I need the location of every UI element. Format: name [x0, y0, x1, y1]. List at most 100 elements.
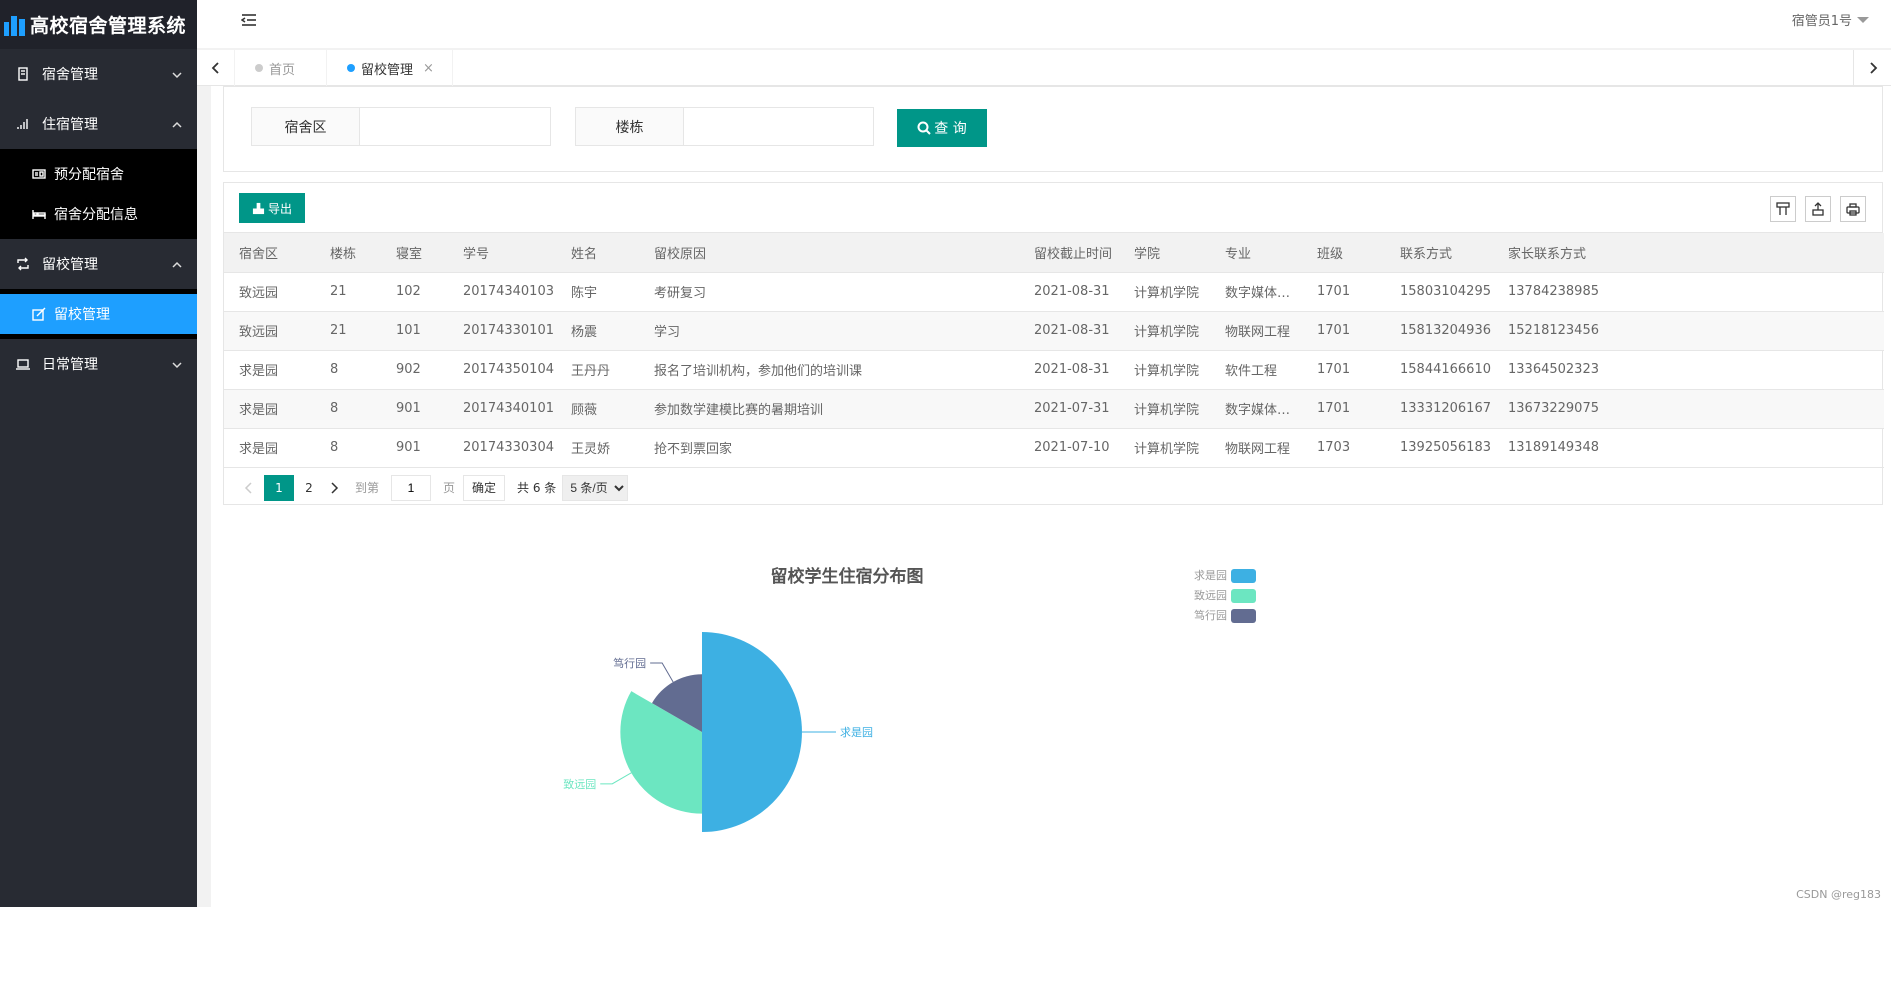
chevron-right-icon[interactable]	[327, 481, 341, 495]
chevron-down-icon	[171, 69, 183, 81]
menu-collapse-icon[interactable]	[241, 13, 257, 27]
legend-label[interactable]: 致远园	[1194, 588, 1227, 602]
menu-stay-management[interactable]: 住宿管理	[0, 99, 197, 149]
table-cell: 20174350104	[448, 350, 556, 389]
chevron-left-icon[interactable]	[242, 481, 256, 495]
legend-swatch[interactable]	[1231, 589, 1256, 603]
building-icon	[16, 67, 30, 81]
chevron-down-icon	[171, 359, 183, 371]
export-button[interactable]: 导出	[239, 193, 305, 223]
goto-label: 到第	[355, 479, 379, 496]
table-cell: 计算机学院	[1119, 350, 1210, 389]
table-cell: 参加数学建模比赛的暑期培训	[639, 389, 1019, 428]
table-cell: 致远园	[224, 311, 315, 350]
legend-label[interactable]: 笃行园	[1194, 608, 1227, 622]
building-label: 楼栋	[576, 108, 684, 145]
table-row[interactable]: 致远园2110120174330101杨震学习2021-08-31计算机学院物联…	[224, 311, 1884, 350]
menu-dorm-management[interactable]: 宿舍管理	[0, 49, 197, 99]
table-cell: 数字媒体技术	[1210, 389, 1302, 428]
close-icon[interactable]: ×	[423, 61, 434, 76]
column-header[interactable]: 宿舍区	[224, 233, 315, 272]
sidebar-item-label: 留校管理	[54, 304, 110, 324]
bed-icon	[32, 207, 46, 221]
table-cell: 8	[315, 389, 381, 428]
building-input[interactable]	[684, 108, 873, 145]
table-cell: 20174340101	[448, 389, 556, 428]
tab-scroll-right[interactable]	[1853, 50, 1891, 86]
data-table-panel: 导出 宿舍区楼栋寝室学号姓名留校原因留校截止时间学院专业班级联系方式家长联系方式…	[223, 182, 1883, 505]
table-cell: 13784238985	[1493, 272, 1884, 311]
legend-label[interactable]: 求是园	[1194, 569, 1227, 582]
table-row[interactable]: 求是园890120174340101顾薇参加数学建模比赛的暑期培训2021-07…	[224, 389, 1884, 428]
page-1[interactable]: 1	[264, 475, 294, 501]
table-cell: 数字媒体技术	[1210, 272, 1302, 311]
pie-slice-0[interactable]	[702, 632, 802, 832]
column-filter-button[interactable]	[1770, 196, 1796, 222]
table-cell: 15813204936	[1385, 311, 1493, 350]
column-header[interactable]: 班级	[1302, 233, 1385, 272]
table-cell: 13673229075	[1493, 389, 1884, 428]
column-header[interactable]: 楼栋	[315, 233, 381, 272]
user-menu[interactable]: 宿管员1号	[1792, 10, 1869, 29]
legend-swatch[interactable]	[1231, 569, 1256, 583]
column-header[interactable]: 学号	[448, 233, 556, 272]
pie-slices	[620, 632, 802, 832]
laptop-icon	[16, 357, 30, 371]
menu-leave-management[interactable]: 留校管理	[0, 239, 197, 289]
table-cell: 求是园	[224, 428, 315, 467]
signal-icon	[16, 117, 30, 131]
tab-leave-management[interactable]: 留校管理 ×	[327, 50, 453, 86]
column-header[interactable]: 留校原因	[639, 233, 1019, 272]
table-cell: 101	[381, 311, 448, 350]
total-count: 共 6 条	[517, 479, 556, 496]
pagination: 1 2 到第 页 确定 共 6 条 5 条/页	[224, 468, 1882, 508]
column-header[interactable]: 寝室	[381, 233, 448, 272]
column-header[interactable]: 专业	[1210, 233, 1302, 272]
user-name: 宿管员1号	[1792, 10, 1852, 29]
table-cell: 陈宇	[556, 272, 639, 311]
sidebar-item-label: 预分配宿舍	[54, 164, 124, 184]
table-cell: 1703	[1302, 428, 1385, 467]
table-row[interactable]: 求是园890120174330304王灵娇抢不到票回家2021-07-10计算机…	[224, 428, 1884, 467]
sidebar-item-leave-management[interactable]: 留校管理	[0, 294, 197, 334]
goto-page-input[interactable]	[391, 475, 431, 501]
table-row[interactable]: 求是园890220174350104王丹丹报名了培训机构，参加他们的培训课202…	[224, 350, 1884, 389]
menu-group-leave: 留校管理 留校管理	[0, 239, 197, 339]
menu-daily-management[interactable]: 日常管理	[0, 339, 197, 389]
sidebar-item-pre-assign[interactable]: 预分配宿舍	[0, 154, 197, 194]
legend-swatch[interactable]	[1231, 609, 1256, 623]
tab-dot	[255, 64, 263, 72]
print-button[interactable]	[1840, 196, 1866, 222]
table-export-button[interactable]	[1805, 196, 1831, 222]
table-cell: 2021-08-31	[1019, 272, 1119, 311]
table-cell: 15218123456	[1493, 311, 1884, 350]
query-button[interactable]: 查 询	[897, 109, 987, 147]
tab-label: 留校管理	[361, 59, 413, 78]
table-cell: 学习	[639, 311, 1019, 350]
table-cell: 21	[315, 311, 381, 350]
column-header[interactable]: 学院	[1119, 233, 1210, 272]
dorm-area-input[interactable]	[360, 108, 550, 145]
sidebar-item-assign-info[interactable]: 宿舍分配信息	[0, 194, 197, 234]
tab-scroll-left[interactable]	[197, 50, 235, 86]
column-header[interactable]: 姓名	[556, 233, 639, 272]
table-cell: 901	[381, 428, 448, 467]
tab-home[interactable]: 首页	[235, 50, 327, 86]
tab-label: 首页	[269, 59, 295, 78]
chevron-left-icon	[211, 61, 221, 75]
chevron-right-icon	[1868, 61, 1878, 75]
table-cell: 考研复习	[639, 272, 1019, 311]
table-cell: 致远园	[224, 272, 315, 311]
page-2[interactable]: 2	[294, 475, 324, 501]
goto-confirm-button[interactable]: 确定	[463, 475, 505, 501]
pie-label: 笃行园	[613, 656, 646, 670]
edit-icon	[32, 307, 46, 321]
table-cell: 求是园	[224, 389, 315, 428]
page-size-select[interactable]: 5 条/页	[562, 475, 628, 501]
table-cell: 901	[381, 389, 448, 428]
table-row[interactable]: 致远园2110220174340103陈宇考研复习2021-08-31计算机学院…	[224, 272, 1884, 311]
column-header[interactable]: 留校截止时间	[1019, 233, 1119, 272]
table-cell: 15844166610	[1385, 350, 1493, 389]
column-header[interactable]: 家长联系方式	[1493, 233, 1884, 272]
column-header[interactable]: 联系方式	[1385, 233, 1493, 272]
